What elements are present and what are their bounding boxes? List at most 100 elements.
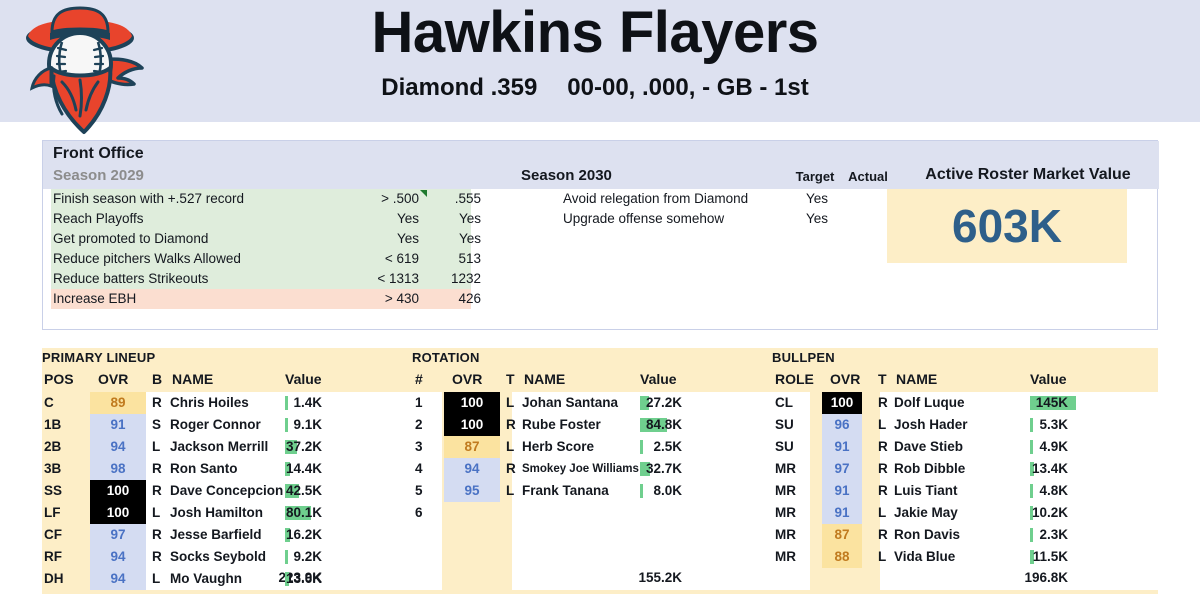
app-root: Hawkins Flayers Diamond .359 00-00, .000,… [0,0,1200,601]
table-row[interactable]: 1B 91 S Roger Connor 9.1K [42,414,442,436]
player-name[interactable]: Mo Vaughn [170,568,242,590]
player-value: 9.1K [293,417,322,432]
table-row[interactable]: 6 [412,502,812,524]
player-name[interactable]: Ron Santo [170,458,238,480]
position-label: RF [44,549,62,564]
goal-row: Get promoted to Diamond Yes Yes [51,229,481,249]
goal-row: Increase EBH > 430 426 [51,289,481,309]
player-name[interactable]: Luis Tiant [894,480,958,502]
front-office-card: Front Office Season 2029 Season 2030 Tar… [42,140,1159,330]
rotation-panel: ROTATION # OVR T NAME Value 155.2K 1 100 L… [412,348,812,594]
table-row[interactable]: SU 96 L Josh Hader 5.3K [772,414,1158,436]
market-value-amount: 603K [952,200,1062,252]
player-name[interactable]: Dave Stieb [894,436,963,458]
ovr-badge: 100 [90,480,146,502]
position-label: CF [44,527,62,542]
table-row[interactable]: LF 100 L Josh Hamilton 80.1K [42,502,442,524]
handedness: L [878,417,887,432]
goal-target: Yes [396,231,419,246]
table-row[interactable]: 1 100 L Johan Santana 27.2K [412,392,812,414]
table-row[interactable]: MR 91 R Luis Tiant 4.8K [772,480,1158,502]
handedness: L [152,439,161,454]
goal-name: Avoid relegation from Diamond [563,191,749,206]
bullpen-role: MR [775,483,796,498]
player-name[interactable]: Frank Tanana [522,480,609,502]
player-value: 84.8K [645,417,682,432]
player-name[interactable]: Herb Score [522,436,594,458]
bullpen-role: CL [775,395,793,410]
player-value: 4.8K [1039,483,1068,498]
table-row[interactable]: RF 94 R Socks Seybold 9.2K [42,546,442,568]
player-name[interactable]: Jakie May [894,502,958,524]
table-row[interactable]: CF 97 R Jesse Barfield 16.2K [42,524,442,546]
table-row[interactable]: MR 97 R Rob Dibble 13.4K [772,458,1158,480]
player-name[interactable]: Rube Foster [522,414,601,436]
handedness: S [152,417,162,432]
goal-row: Finish season with +.527 record > .500 .55… [51,189,481,209]
ovr-badge: 100 [444,392,500,414]
lineup-header-pos: POS [44,371,74,387]
goal-name: Get promoted to Diamond [53,231,209,246]
table-row[interactable]: DH 94 L Mo Vaughn 13.6K [42,568,442,590]
table-row[interactable]: MR 91 L Jakie May 10.2K [772,502,1158,524]
player-value: 10.2K [1031,505,1068,520]
goal-name: Increase EBH [53,291,137,306]
lineup-header-ovr: OVR [98,371,129,387]
player-value: 13.4K [1031,461,1068,476]
table-row[interactable]: 2B 94 L Jackson Merrill 37.2K [42,436,442,458]
goals-2030-list: Avoid relegation from Diamond Yes Upgrade … [521,189,921,229]
table-row[interactable]: C 89 R Chris Hoiles 1.4K [42,392,442,414]
player-value: 80.1K [285,505,322,520]
table-row[interactable]: SU 91 R Dave Stieb 4.9K [772,436,1158,458]
bullpen-header-name: NAME [896,371,938,387]
table-row[interactable]: 5 95 L Frank Tanana 8.0K [412,480,812,502]
ovr-badge: 94 [444,458,500,480]
table-row[interactable]: 4 94 R Smokey Joe Williams 32.7K [412,458,812,480]
ovr-badge-empty [444,502,500,524]
table-row[interactable]: 3B 98 R Ron Santo 14.4K [42,458,442,480]
player-value: 11.5K [1032,549,1068,564]
season-2029-label: Season 2029 [53,167,144,184]
goal-actual: Yes [458,211,481,226]
player-value: 2.3K [1039,527,1068,542]
bullpen-header-value: Value [1030,371,1067,387]
handedness: R [878,395,888,410]
rotation-slot: 5 [415,483,423,498]
table-row[interactable]: CL 100 R Dolf Luque 145K [772,392,1158,414]
position-label: 3B [44,461,62,476]
handedness: R [878,461,888,476]
table-row[interactable]: MR 87 R Ron Davis 2.3K [772,524,1158,546]
goal-actual: .555 [454,191,481,206]
table-row[interactable]: 3 87 L Herb Score 2.5K [412,436,812,458]
team-logo [18,6,150,138]
position-label: LF [44,505,61,520]
handedness: L [152,505,161,520]
handedness: R [152,483,162,498]
ovr-badge: 94 [90,546,146,568]
primary-lineup-title: PRIMARY LINEUP [42,350,156,365]
table-row[interactable]: MR 88 L Vida Blue 11.5K [772,546,1158,568]
ovr-badge: 95 [444,480,500,502]
goal-name: Reduce batters Strikeouts [53,271,209,286]
player-name[interactable]: Chris Hoiles [170,392,249,414]
player-name[interactable]: Josh Hader [894,414,968,436]
player-value: 145K [1035,395,1068,410]
bullpen-role: SU [775,439,794,454]
player-name[interactable]: Rob Dibble [894,458,965,480]
player-value: 8.0K [653,483,682,498]
ovr-badge: 98 [90,458,146,480]
handedness: R [152,461,162,476]
team-title-block: Hawkins Flayers Diamond .359 00-00, .000,… [175,4,1015,102]
ovr-badge: 94 [90,568,146,590]
table-row[interactable]: SS 100 R Dave Concepcion 42.5K [42,480,442,502]
ovr-badge: 94 [90,436,146,458]
goal-target: > 430 [384,291,419,306]
player-name[interactable]: Dolf Luque [894,392,965,414]
player-name[interactable]: Vida Blue [894,546,955,568]
player-name[interactable]: Ron Davis [894,524,960,546]
table-row[interactable]: 2 100 R Rube Foster 84.8K [412,414,812,436]
player-value: 9.2K [293,549,322,564]
player-value: 2.5K [653,439,682,454]
handedness: R [878,439,888,454]
goal-name: Reduce pitchers Walks Allowed [53,251,241,266]
